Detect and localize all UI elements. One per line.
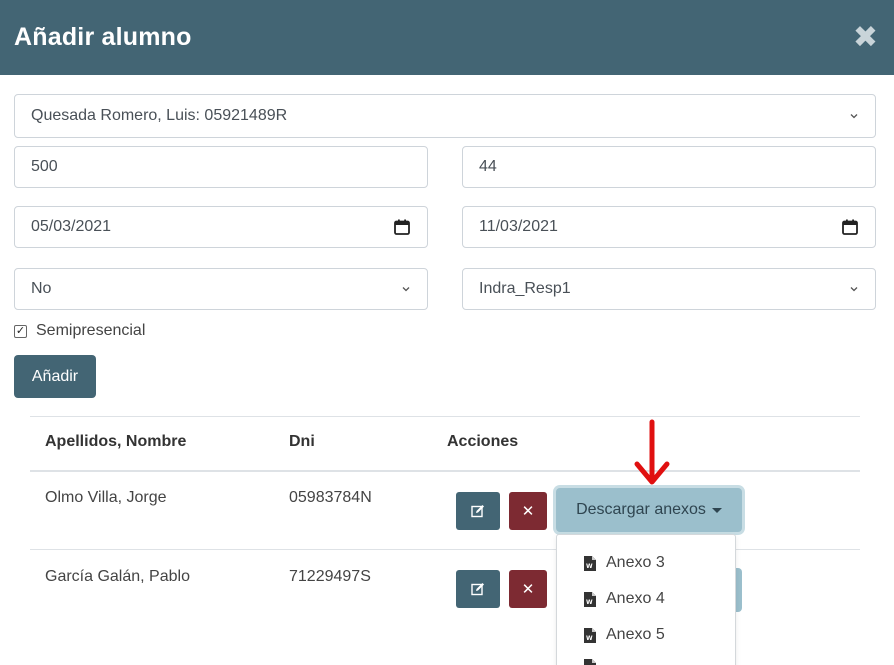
- dropdown-item-anexo-3[interactable]: W Anexo 3: [584, 554, 665, 572]
- table-top-divider: [30, 416, 860, 417]
- annotation-arrow-icon: [634, 419, 670, 485]
- table-header-divider: [30, 470, 860, 472]
- svg-text:W: W: [586, 635, 593, 642]
- number-input-value: 44: [479, 158, 497, 175]
- hours-input[interactable]: 500: [14, 146, 428, 188]
- svg-text:W: W: [586, 599, 593, 606]
- hours-input-value: 500: [31, 158, 58, 175]
- semipresencial-checkbox[interactable]: ✓: [14, 324, 27, 338]
- start-date-input[interactable]: 05/03/2021: [14, 206, 428, 248]
- calendar-icon[interactable]: [841, 218, 859, 236]
- column-header-name: Apellidos, Nombre: [45, 433, 187, 450]
- row-2-name: García Galán, Pablo: [45, 568, 190, 585]
- chevron-down-icon: [850, 287, 858, 292]
- dropdown-item-anexo-5[interactable]: W Anexo 5: [584, 626, 665, 644]
- word-document-icon: [584, 659, 596, 665]
- dropdown-item-partial[interactable]: [584, 659, 606, 665]
- annexes-dropdown-menu: W Anexo 3 W Anexo 4 W Anexo 5: [556, 534, 736, 665]
- edit-icon: [471, 505, 484, 518]
- download-annexes-label: Descargar anexos: [576, 501, 706, 518]
- start-date-value: 05/03/2021: [31, 218, 112, 235]
- chevron-down-icon: [402, 287, 410, 292]
- dropdown-item-anexo-4[interactable]: W Anexo 4: [584, 590, 665, 608]
- word-document-icon: W: [584, 555, 596, 571]
- word-document-icon: W: [584, 627, 596, 643]
- modal-header: Añadir alumno ✖: [0, 0, 894, 75]
- responsible-select[interactable]: Indra_Resp1: [462, 268, 876, 310]
- column-header-actions: Acciones: [447, 433, 519, 450]
- close-icon: ✕: [521, 581, 535, 598]
- svg-text:W: W: [586, 563, 593, 570]
- caret-down-icon: [711, 507, 722, 513]
- modal-title: Añadir alumno: [14, 23, 192, 51]
- chevron-down-icon: [850, 114, 858, 119]
- calendar-icon[interactable]: [393, 218, 411, 236]
- close-icon: ✕: [521, 503, 535, 520]
- row-1-dni: 05983784N: [289, 489, 372, 506]
- end-date-input[interactable]: 11/03/2021: [462, 206, 876, 248]
- modality-select-value: No: [31, 280, 52, 297]
- column-header-dni: Dni: [289, 433, 315, 450]
- edit-button[interactable]: [456, 570, 500, 608]
- student-select-value: Quesada Romero, Luis: 05921489R: [31, 107, 288, 124]
- edit-button[interactable]: [456, 492, 500, 530]
- modality-select[interactable]: No: [14, 268, 428, 310]
- dropdown-item-label: Anexo 3: [606, 554, 665, 571]
- dropdown-item-label: Anexo 5: [606, 626, 665, 643]
- close-icon[interactable]: ✖: [853, 22, 878, 53]
- edit-icon: [471, 583, 484, 596]
- end-date-value: 11/03/2021: [479, 218, 558, 235]
- download-annexes-button[interactable]: Descargar anexos: [556, 488, 742, 532]
- delete-button[interactable]: ✕: [509, 570, 547, 608]
- add-button[interactable]: Añadir: [14, 355, 96, 398]
- delete-button[interactable]: ✕: [509, 492, 547, 530]
- responsible-select-value: Indra_Resp1: [479, 280, 571, 297]
- number-input[interactable]: 44: [462, 146, 876, 188]
- row-1-name: Olmo Villa, Jorge: [45, 489, 167, 506]
- semipresencial-checkbox-row[interactable]: ✓ Semipresencial: [14, 322, 145, 340]
- word-document-icon: W: [584, 591, 596, 607]
- student-select[interactable]: Quesada Romero, Luis: 05921489R: [14, 94, 876, 138]
- row-2-dni: 71229497S: [289, 568, 371, 585]
- semipresencial-label: Semipresencial: [36, 322, 146, 339]
- dropdown-item-label: Anexo 4: [606, 590, 665, 607]
